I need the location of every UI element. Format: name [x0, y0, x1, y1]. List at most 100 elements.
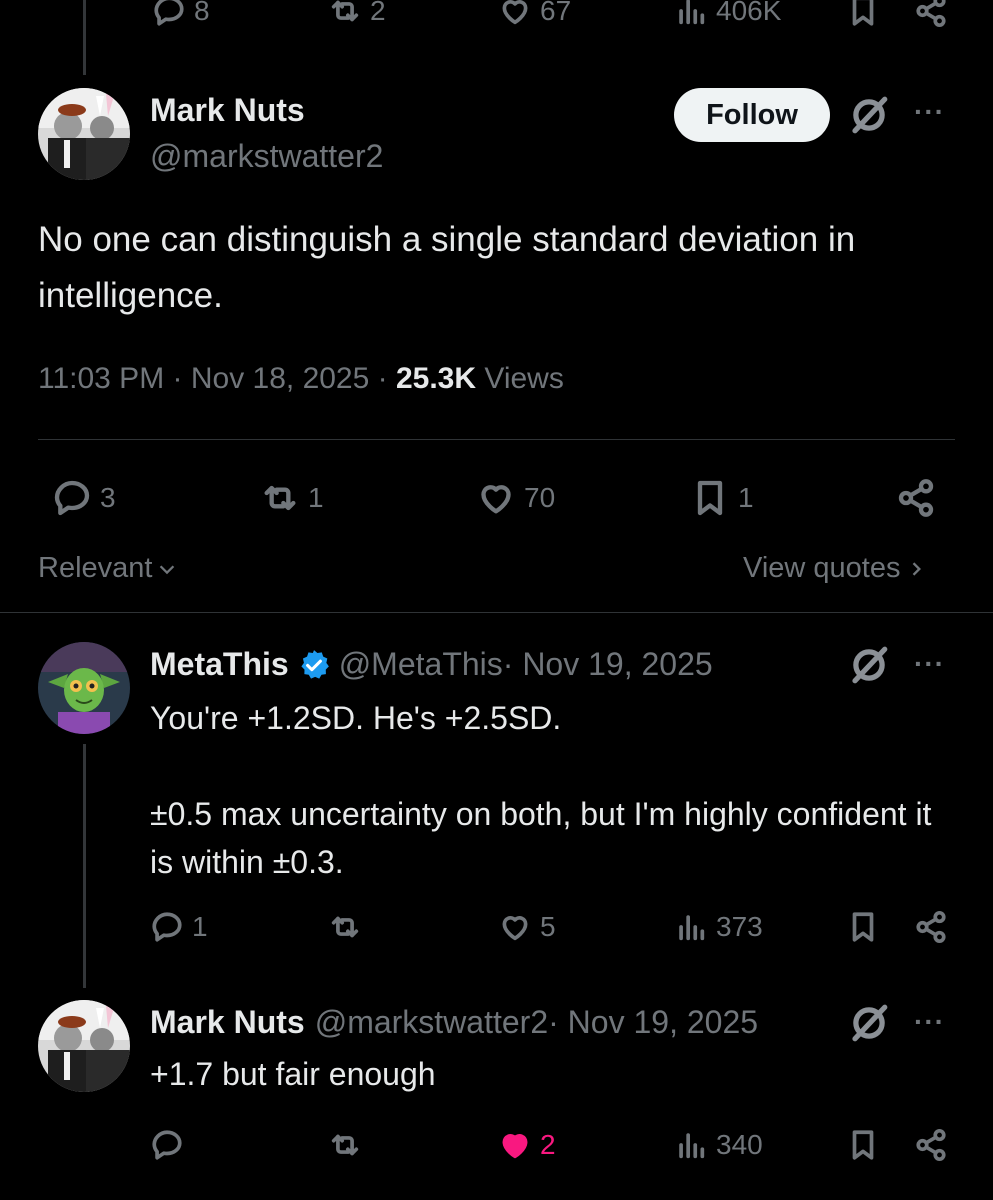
verified-badge-icon [301, 649, 329, 679]
reply-header: Mark Nuts @markstwatter2 · Nov 19, 2025 [150, 1004, 758, 1041]
sort-label: Relevant [38, 552, 153, 584]
view-quotes-label: View quotes [743, 552, 901, 584]
reply-text: +1.7 but fair enough [150, 1056, 436, 1092]
view-quotes-link[interactable]: View quotes [743, 552, 926, 585]
top-share-button[interactable] [914, 0, 948, 28]
bookmark-icon [852, 0, 874, 26]
heart-filled-icon [502, 1134, 528, 1159]
chevron-down-icon [160, 564, 175, 574]
views-label: Views [476, 362, 564, 395]
reply-views-button[interactable]: 373 [674, 910, 763, 944]
reply-reply-button[interactable] [150, 1128, 192, 1162]
reply-reply-button[interactable]: 1 [150, 910, 208, 944]
reply-share-button[interactable] [914, 1128, 948, 1162]
views-icon [679, 915, 705, 941]
views-icon [679, 0, 705, 25]
top-views-button[interactable]: 406K [674, 0, 781, 28]
more-icon[interactable]: ··· [914, 1006, 945, 1038]
post-meta: 11:03 PM · Nov 18, 2025 · 25.3K Views [38, 362, 564, 396]
more-icon[interactable]: ··· [914, 648, 945, 680]
main-author-handle[interactable]: @markstwatter2 [150, 138, 383, 175]
reply-date[interactable]: · Nov 19, 2025 [548, 1004, 758, 1041]
bookmark-icon [852, 1130, 874, 1160]
more-icon[interactable]: ··· [914, 96, 945, 128]
reply-reply-count: 1 [192, 911, 208, 942]
main-repost-button[interactable]: 1 [260, 478, 324, 518]
reply-repost-button[interactable] [328, 1128, 370, 1162]
grok-icon [852, 1004, 888, 1042]
reply-repost-button[interactable] [328, 910, 370, 944]
main-author-name[interactable]: Mark Nuts [150, 92, 305, 129]
reply-author-handle[interactable]: @markstwatter2 [315, 1004, 548, 1041]
bookmark-icon [852, 912, 874, 942]
main-post-text: No one can distinguish a single standard… [38, 220, 865, 315]
reply-icon [152, 1130, 182, 1160]
reply-text: You're +1.2SD. He's +2.5SD. ±0.5 max unc… [150, 700, 932, 880]
thread-line [83, 744, 86, 988]
main-reply-button[interactable]: 3 [52, 478, 116, 518]
bookmark-icon [697, 480, 723, 516]
grok-button[interactable] [848, 94, 890, 141]
avatar[interactable] [38, 642, 130, 734]
share-icon [916, 910, 946, 944]
top-views-count: 406K [716, 0, 782, 26]
grok-icon [852, 646, 888, 684]
grok-button[interactable] [848, 1002, 890, 1049]
sort-dropdown[interactable]: Relevant [38, 552, 178, 585]
reply-bookmark-button[interactable] [846, 1128, 880, 1162]
avatar-image [38, 1000, 130, 1092]
avatar-image [38, 642, 130, 734]
top-bookmark-button[interactable] [846, 0, 880, 28]
reply-author-name[interactable]: MetaThis [150, 646, 289, 683]
reply-views-button[interactable]: 340 [674, 1128, 763, 1162]
top-reply-count: 8 [194, 0, 210, 26]
reply-like-count: 5 [540, 911, 556, 942]
grok-button[interactable] [848, 644, 890, 691]
reply-bookmark-button[interactable] [846, 910, 880, 944]
reply-date[interactable]: · Nov 19, 2025 [503, 646, 713, 683]
top-reply-button[interactable]: 8 [152, 0, 210, 28]
heart-icon [502, 916, 528, 941]
repost-icon [331, 916, 359, 938]
reply-share-button[interactable] [914, 910, 948, 944]
reply-icon [154, 0, 184, 26]
heart-icon [502, 0, 528, 25]
top-like-button[interactable]: 67 [498, 0, 571, 28]
main-reply-count: 3 [100, 482, 116, 513]
share-icon [916, 1128, 946, 1162]
reply-like-button[interactable]: 5 [498, 910, 556, 944]
main-repost-count: 1 [308, 482, 324, 513]
main-like-button[interactable]: 70 [476, 478, 555, 518]
repost-icon [331, 1134, 359, 1156]
views-icon [679, 1133, 705, 1159]
top-repost-count: 2 [370, 0, 386, 26]
follow-label: Follow [706, 98, 798, 131]
chevron-right-icon [913, 561, 922, 576]
top-repost-button[interactable]: 2 [328, 0, 386, 28]
reply-views-count: 340 [716, 1129, 763, 1160]
reply-views-count: 373 [716, 911, 763, 942]
repost-icon [264, 485, 296, 511]
main-bookmark-count: 1 [738, 482, 754, 513]
reply-author-handle[interactable]: @MetaThis [339, 646, 503, 683]
avatar[interactable] [38, 88, 130, 180]
meta-divider [38, 439, 955, 440]
share-icon [916, 0, 946, 28]
section-divider [0, 612, 993, 613]
share-icon [898, 479, 934, 517]
post-timestamp[interactable]: 11:03 PM · Nov 18, 2025 · [38, 362, 396, 395]
follow-button[interactable]: Follow [674, 88, 830, 142]
reply-author-name[interactable]: Mark Nuts [150, 1004, 305, 1041]
main-bookmark-button[interactable]: 1 [690, 478, 754, 518]
main-share-button[interactable] [896, 478, 936, 518]
reply-header: MetaThis @MetaThis · Nov 19, 2025 [150, 646, 713, 683]
reply-like-count: 2 [540, 1129, 556, 1160]
heart-icon [481, 485, 511, 514]
thread-line-top [83, 0, 86, 75]
grok-icon [852, 96, 888, 134]
reply-like-button[interactable]: 2 [498, 1128, 556, 1162]
avatar[interactable] [38, 1000, 130, 1092]
avatar-image [38, 88, 130, 180]
main-like-count: 70 [524, 482, 556, 513]
views-count: 25.3K [395, 362, 477, 395]
